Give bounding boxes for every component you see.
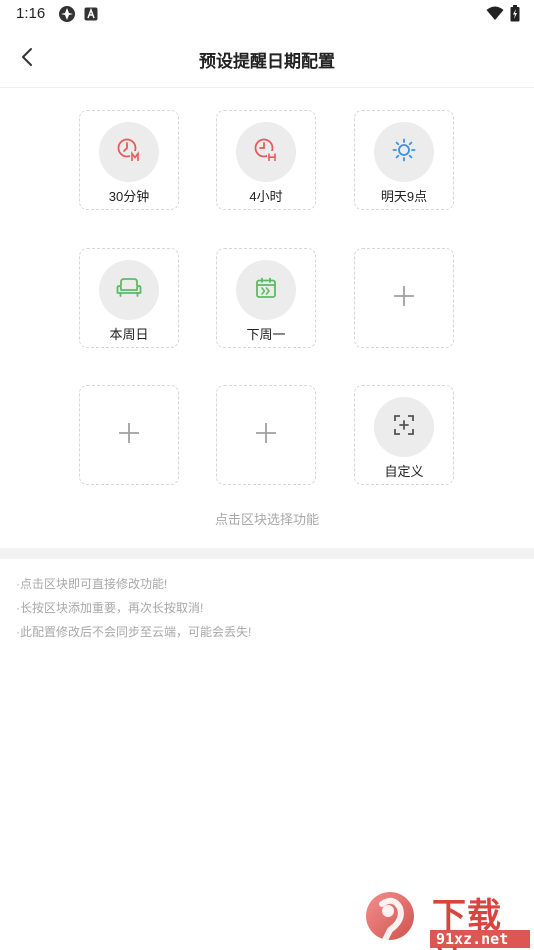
tile-add-slot[interactable]	[216, 385, 316, 485]
plus-icon	[118, 422, 140, 449]
tile-icon-circle	[99, 260, 159, 320]
a-notification-icon	[84, 7, 98, 26]
custom-add-icon	[393, 414, 415, 441]
note-item: ·长按区块添加重要，再次长按取消!	[16, 601, 204, 615]
tile-tomorrow-9[interactable]: 明天9点	[354, 110, 454, 210]
hint-text: 点击区块选择功能	[214, 512, 319, 527]
tile-this-sunday[interactable]: 本周日	[79, 248, 179, 348]
tile-30-minutes[interactable]: 30分钟	[79, 110, 179, 210]
sofa-icon	[116, 277, 142, 304]
tile-label: 自定义	[384, 464, 424, 479]
calendar-next-icon	[255, 277, 277, 304]
tile-label: 下周一	[246, 327, 286, 342]
plus-wrap	[217, 386, 315, 484]
plus-icon	[393, 285, 415, 312]
tile-label: 明天9点	[380, 189, 428, 204]
section-divider	[0, 548, 534, 559]
tile-label: 本周日	[109, 327, 149, 342]
plus-icon	[255, 422, 277, 449]
tile-icon-circle	[374, 397, 434, 457]
tile-next-monday[interactable]: 下周一	[216, 248, 316, 348]
watermark-domain-text: 91xz.net	[436, 930, 509, 948]
status-left-icons	[58, 5, 98, 28]
tile-icon-circle	[236, 122, 296, 182]
plus-wrap	[355, 249, 453, 347]
app-notification-icon	[58, 5, 76, 28]
note-item: ·点击区块即可直接修改功能!	[16, 577, 168, 591]
battery-icon	[510, 5, 520, 27]
sun-icon	[392, 138, 416, 167]
tile-icon-circle	[99, 122, 159, 182]
notes-list: ·点击区块即可直接修改功能! ·长按区块添加重要，再次长按取消! ·此配置修改后…	[16, 576, 251, 648]
status-right-icons	[486, 5, 520, 27]
tile-4-hours[interactable]: 4小时	[216, 110, 316, 210]
tile-label: 30分钟	[108, 189, 150, 204]
status-bar: 1:16	[0, 0, 534, 28]
note-item: ·此配置修改后不会同步至云端，可能会丢失!	[16, 625, 252, 639]
watermark: 下载站 91xz.net	[360, 886, 534, 950]
clock-m-icon	[116, 137, 142, 168]
wifi-icon	[486, 6, 504, 26]
plus-wrap	[80, 386, 178, 484]
tile-icon-circle	[374, 122, 434, 182]
tile-icon-circle	[236, 260, 296, 320]
tile-add-slot[interactable]	[79, 385, 179, 485]
tile-add-slot[interactable]	[354, 248, 454, 348]
tile-custom[interactable]: 自定义	[354, 385, 454, 485]
header: 预设提醒日期配置	[0, 30, 534, 88]
preset-grid: 30分钟 4小时 明天9点 本周日 下周一 自定义	[79, 110, 454, 486]
tile-label: 4小时	[249, 189, 283, 204]
status-time: 1:16	[16, 5, 46, 22]
page-title: 预设提醒日期配置	[199, 52, 335, 71]
clock-h-icon	[253, 137, 279, 168]
